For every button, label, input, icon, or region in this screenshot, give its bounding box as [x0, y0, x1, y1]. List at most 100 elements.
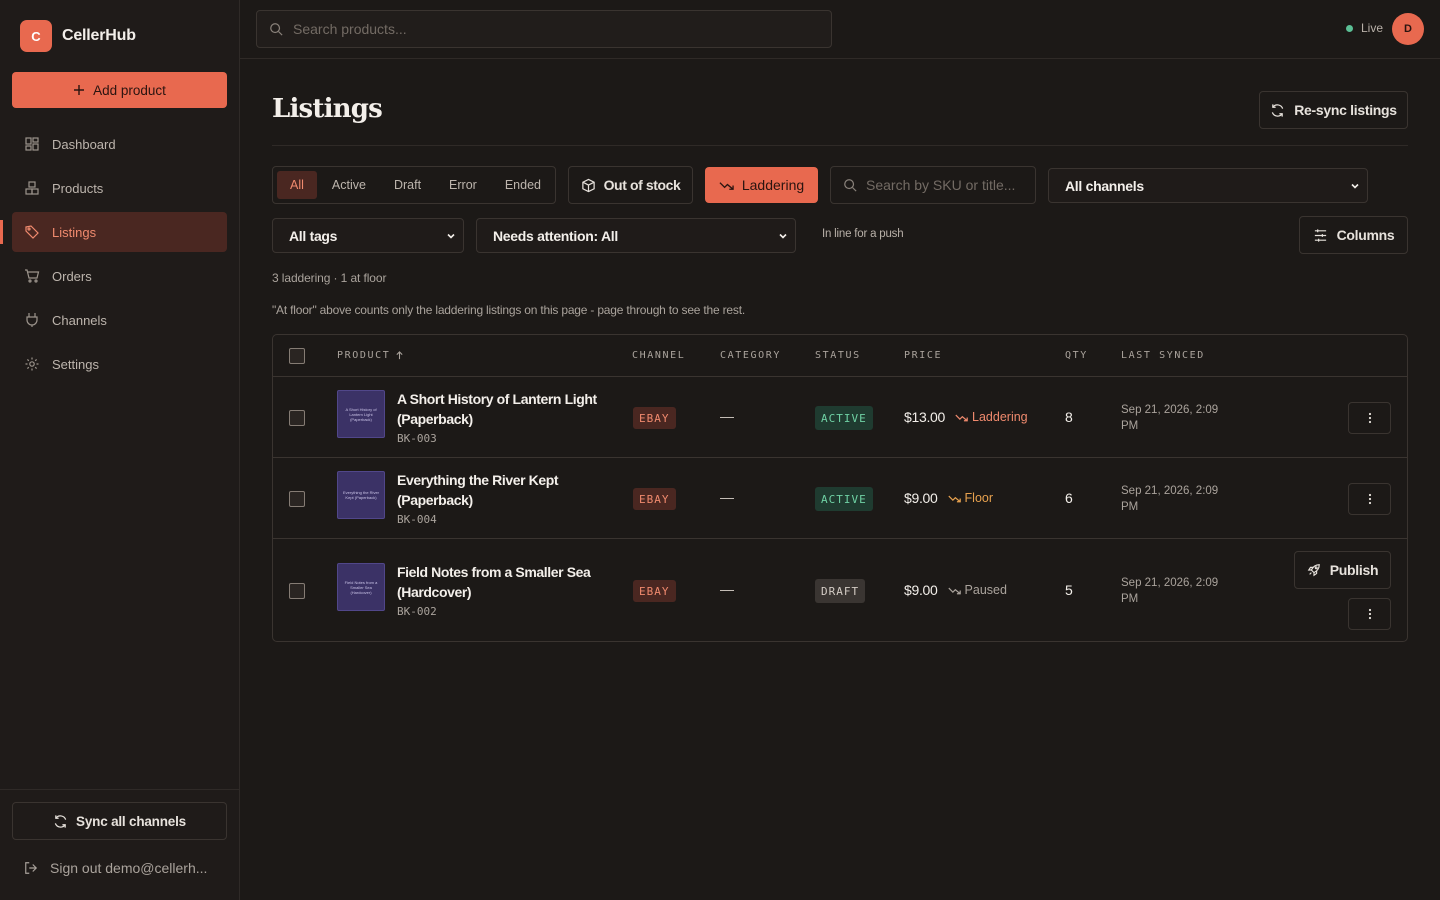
row-checkbox[interactable] — [289, 410, 305, 426]
select-all-checkbox[interactable] — [289, 348, 305, 364]
out-of-stock-filter-button[interactable]: Out of stock — [568, 166, 693, 204]
product-title-line: (Hardcover) — [397, 584, 472, 600]
channel-select[interactable]: All channels — [1048, 168, 1368, 203]
price-cell: $13.00 Laddering — [904, 409, 1028, 425]
plug-icon — [24, 312, 40, 328]
out-of-stock-label: Out of stock — [603, 177, 681, 193]
sku-search[interactable] — [830, 166, 1036, 204]
synced-line: Sep 21, 2026, 2:09 — [1121, 577, 1219, 589]
row-actions-button[interactable] — [1348, 402, 1391, 434]
row-checkbox[interactable] — [289, 583, 305, 599]
sync-all-channels-button[interactable]: Sync all channels — [12, 802, 227, 840]
cart-icon — [24, 268, 40, 284]
columns-button[interactable]: Columns — [1299, 216, 1408, 254]
product-sku: BK-002 — [397, 605, 437, 618]
product-title-line: Everything the River Kept — [397, 472, 559, 488]
sign-out-button[interactable]: Sign out demo@cellerh... — [24, 860, 207, 876]
product-thumbnail: Everything the River Kept (Paperback) — [337, 471, 385, 519]
column-header-last-synced[interactable]: LAST SYNCED — [1121, 350, 1205, 361]
sidebar: C CellerHub Add product Dashboard Produc… — [0, 0, 240, 900]
product-title[interactable]: Field Notes from a Smaller Sea (Hardcove… — [397, 562, 607, 602]
row-actions-button[interactable] — [1348, 483, 1391, 515]
tab-draft[interactable]: Draft — [381, 171, 434, 199]
arrow-up-icon — [395, 351, 404, 360]
table-row[interactable]: Everything the River Kept (Paperback) Ev… — [273, 458, 1407, 539]
column-header-price[interactable]: PRICE — [904, 350, 942, 361]
price-cell: $9.00 Floor — [904, 490, 993, 506]
resync-listings-button[interactable]: Re-sync listings — [1259, 91, 1408, 129]
qty-value: 6 — [1065, 490, 1073, 506]
tab-error[interactable]: Error — [436, 171, 490, 199]
row-actions-button[interactable] — [1348, 598, 1391, 630]
title-divider — [272, 145, 1408, 146]
column-header-status[interactable]: STATUS — [815, 350, 861, 361]
price-state: Laddering — [955, 410, 1028, 424]
search-icon — [269, 22, 283, 36]
tags-select[interactable]: All tags — [272, 218, 464, 253]
tab-active[interactable]: Active — [319, 171, 379, 199]
sidebar-nav: Dashboard Products Listings Orders Chann… — [0, 124, 227, 388]
thumbnail-text: Field Notes from a Smaller Sea (Hardcove… — [344, 579, 378, 595]
synced-line: PM — [1121, 420, 1139, 432]
refresh-icon — [53, 814, 68, 829]
synced-line: Sep 21, 2026, 2:09 — [1121, 404, 1219, 416]
laddering-filter-button[interactable]: Laddering — [705, 167, 818, 203]
row-checkbox[interactable] — [289, 491, 305, 507]
sku-search-input[interactable] — [866, 177, 1035, 193]
brand-logo: C — [20, 20, 52, 52]
column-header-product[interactable]: PRODUCT — [337, 350, 404, 361]
more-vertical-icon — [1368, 412, 1372, 424]
table-row[interactable]: A Short History of Lantern Light (Paperb… — [273, 377, 1407, 458]
live-dot-icon — [1346, 24, 1353, 32]
product-title[interactable]: A Short History of Lantern Light (Paperb… — [397, 389, 607, 429]
brand-name: CellerHub — [62, 27, 136, 44]
sliders-icon — [1313, 228, 1328, 243]
product-thumbnail: Field Notes from a Smaller Sea (Hardcove… — [337, 563, 385, 611]
synced-line: PM — [1121, 501, 1139, 513]
sidebar-item-label: Settings — [52, 356, 99, 372]
channel-select-wrap: All channels — [1048, 168, 1368, 203]
tab-all[interactable]: All — [277, 171, 317, 199]
column-header-category[interactable]: CATEGORY — [720, 350, 781, 361]
product-title-line: A Short History of Lantern Light — [397, 391, 597, 407]
price-value: $13.00 — [904, 409, 946, 425]
topbar: Live D — [240, 0, 1440, 59]
product-title[interactable]: Everything the River Kept (Paperback) — [397, 470, 607, 510]
qty-value: 8 — [1065, 409, 1073, 425]
column-header-channel[interactable]: CHANNEL — [632, 350, 685, 361]
rocket-icon — [1307, 563, 1321, 577]
add-product-button[interactable]: Add product — [12, 72, 227, 108]
status-filter-tabs: All Active Draft Error Ended — [272, 166, 556, 204]
sidebar-item-settings[interactable]: Settings — [12, 344, 227, 384]
logout-icon — [24, 861, 38, 875]
package-x-icon — [581, 178, 596, 193]
qty-value: 5 — [1065, 582, 1073, 598]
sidebar-item-orders[interactable]: Orders — [12, 256, 227, 296]
table-row[interactable]: Field Notes from a Smaller Sea (Hardcove… — [273, 539, 1407, 641]
avatar[interactable]: D — [1392, 13, 1424, 45]
column-header-label: PRODUCT — [337, 350, 391, 361]
product-search-input[interactable] — [293, 21, 831, 37]
needs-attention-select[interactable]: Needs attention: All — [476, 218, 796, 253]
column-header-qty[interactable]: QTY — [1065, 350, 1088, 361]
sidebar-item-products[interactable]: Products — [12, 168, 227, 208]
channel-badge: EBAY — [633, 488, 676, 510]
brand[interactable]: C CellerHub — [20, 20, 136, 52]
columns-label: Columns — [1336, 227, 1395, 243]
price-value: $9.00 — [904, 582, 938, 598]
sidebar-item-channels[interactable]: Channels — [12, 300, 227, 340]
price-state: Paused — [947, 583, 1007, 597]
product-search[interactable] — [256, 10, 832, 48]
sidebar-item-label: Channels — [52, 312, 107, 328]
plus-icon — [73, 84, 85, 96]
sidebar-item-dashboard[interactable]: Dashboard — [12, 124, 227, 164]
sidebar-item-label: Dashboard — [52, 136, 116, 152]
sidebar-item-listings[interactable]: Listings — [0, 212, 227, 252]
tab-ended[interactable]: Ended — [492, 171, 554, 199]
price-value: $9.00 — [904, 490, 938, 506]
sidebar-item-label: Listings — [52, 224, 97, 240]
table-header: PRODUCT CHANNEL CATEGORY STATUS PRICE QT… — [273, 335, 1407, 377]
laddering-label: Laddering — [741, 177, 805, 193]
publish-button[interactable]: Publish — [1294, 551, 1391, 589]
category-value: — — [720, 581, 734, 597]
